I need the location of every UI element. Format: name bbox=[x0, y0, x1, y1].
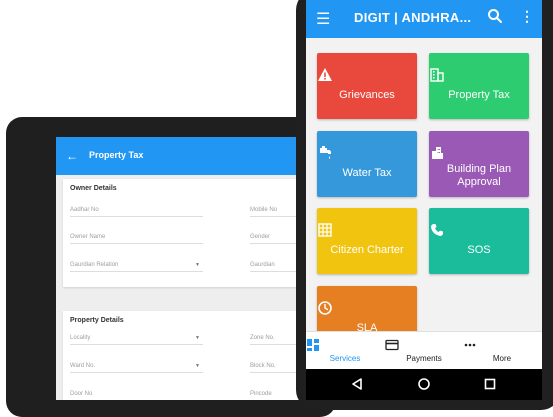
arrow-left-icon[interactable]: ← bbox=[66, 149, 78, 163]
block-no-field[interactable]: Block No. bbox=[250, 363, 300, 373]
ward-no-select[interactable]: Ward No. ▼ bbox=[70, 363, 203, 373]
property-details-card: Property Details Locality ▼ Zone No. War… bbox=[63, 311, 300, 400]
water-tap-icon bbox=[320, 146, 331, 159]
aadhar-no-field[interactable]: Aadhar No bbox=[70, 207, 203, 217]
tile-label: SOS bbox=[467, 244, 491, 256]
back-triangle-icon[interactable] bbox=[350, 377, 364, 391]
tile-label: Water Tax bbox=[342, 167, 392, 179]
owner-details-card: Owner Details Aadhar No Mobile No Owner … bbox=[63, 179, 300, 287]
nav-label: More bbox=[492, 354, 512, 363]
locality-select[interactable]: Locality ▼ bbox=[70, 335, 203, 345]
dropdown-arrow-icon: ▼ bbox=[195, 262, 200, 268]
dropdown-arrow-icon: ▼ bbox=[195, 335, 200, 341]
nav-label: Payments bbox=[406, 354, 442, 363]
nav-label: Services bbox=[329, 354, 361, 363]
tile-citizen-charter[interactable]: Citizen Charter bbox=[317, 208, 417, 274]
phone-icon bbox=[431, 224, 443, 236]
ward-no-label: Ward No. bbox=[70, 363, 96, 369]
mobile-no-field[interactable]: Mobile No bbox=[250, 207, 300, 217]
menu-icon[interactable]: ☰ bbox=[316, 9, 330, 29]
owner-details-heading: Owner Details bbox=[70, 185, 117, 192]
tile-label: Citizen Charter bbox=[330, 244, 404, 256]
tablet-screen: ← Property Tax Owner Details Aadhar No M… bbox=[56, 137, 300, 400]
gender-field[interactable]: Gender bbox=[250, 234, 300, 244]
grid-icon bbox=[318, 223, 332, 237]
tile-property-tax[interactable]: Property Tax bbox=[429, 53, 529, 119]
dropdown-arrow-icon: ▼ bbox=[195, 363, 200, 369]
guardian-relation-label: Gaurdian Relation bbox=[70, 262, 119, 268]
nav-services[interactable]: Services bbox=[306, 332, 384, 370]
recents-square-icon[interactable] bbox=[483, 377, 497, 391]
tile-grievances[interactable]: Grievances bbox=[317, 53, 417, 119]
system-navigation-bar bbox=[306, 369, 542, 400]
tablet-page-title: Property Tax bbox=[89, 150, 144, 160]
door-no-field[interactable]: Door No bbox=[70, 391, 203, 400]
more-horiz-icon bbox=[464, 343, 476, 347]
nav-more[interactable]: More bbox=[463, 332, 541, 370]
locality-label: Locality bbox=[70, 335, 91, 341]
clock-icon bbox=[318, 301, 332, 315]
tile-water-tax[interactable]: Water Tax bbox=[317, 131, 417, 197]
tile-sos[interactable]: SOS bbox=[429, 208, 529, 274]
search-icon[interactable] bbox=[487, 8, 503, 24]
property-details-heading: Property Details bbox=[70, 317, 124, 324]
pincode-field[interactable]: Pincode bbox=[250, 391, 300, 400]
guardian-field[interactable]: Gaurdian bbox=[250, 262, 300, 272]
bottom-navigation: Services Payments More bbox=[306, 331, 542, 370]
building-icon bbox=[430, 68, 444, 82]
tablet-app-bar: ← Property Tax bbox=[56, 137, 300, 175]
more-vert-icon[interactable]: ⋮ bbox=[520, 8, 534, 25]
tile-label: Building Plan Approval bbox=[446, 163, 512, 188]
phone-screen: ☰ DIGIT | ANDHRA... ⋮ Grievances Propert… bbox=[306, 0, 542, 400]
phone-app-bar: ☰ DIGIT | ANDHRA... ⋮ bbox=[306, 0, 542, 38]
card-icon bbox=[385, 339, 399, 351]
tile-building-plan-approval[interactable]: Building Plan Approval bbox=[429, 131, 529, 197]
warning-icon bbox=[318, 68, 332, 81]
tile-label: Grievances bbox=[339, 89, 395, 101]
nav-payments[interactable]: Payments bbox=[385, 332, 463, 370]
tile-label: Property Tax bbox=[448, 89, 510, 101]
home-circle-icon[interactable] bbox=[417, 377, 431, 391]
dashboard-icon bbox=[307, 339, 319, 351]
phone-app-title: DIGIT | ANDHRA... bbox=[354, 10, 472, 25]
city-icon bbox=[432, 147, 443, 159]
zone-no-field[interactable]: Zone No. bbox=[250, 335, 300, 345]
owner-name-field[interactable]: Owner Name bbox=[70, 234, 203, 244]
guardian-relation-select[interactable]: Gaurdian Relation ▼ bbox=[70, 262, 203, 272]
